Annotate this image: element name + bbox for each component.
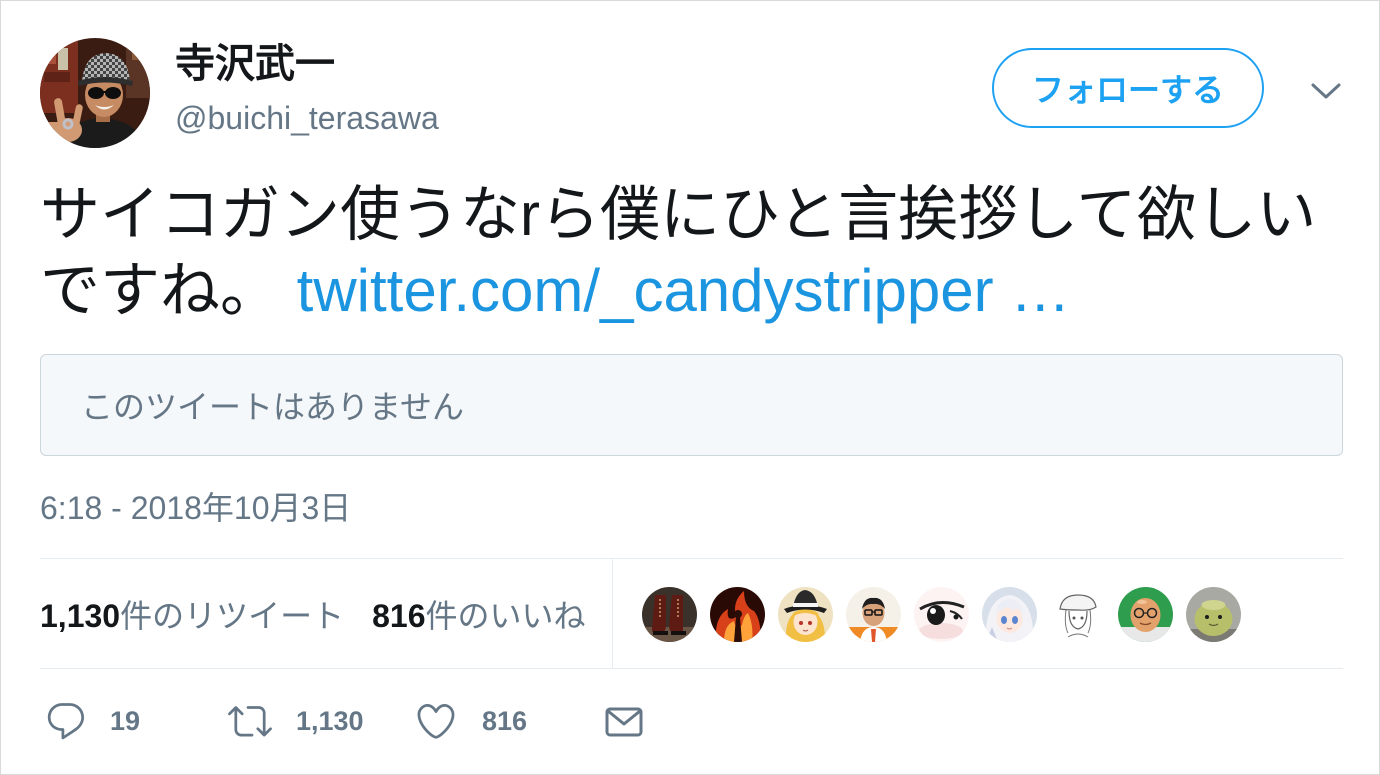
liker-avatar[interactable] xyxy=(846,587,901,642)
liker-avatar[interactable] xyxy=(914,587,969,642)
tweet-timestamp[interactable]: 6:18 - 2018年10月3日 xyxy=(40,490,351,526)
liker-avatar[interactable] xyxy=(1118,587,1173,642)
envelope-icon[interactable] xyxy=(605,706,643,738)
liker-avatar[interactable] xyxy=(982,587,1037,642)
chevron-down-icon[interactable] xyxy=(1310,80,1342,102)
tweet-stats: 1,130件のリツイート 816件のいいね xyxy=(40,559,586,668)
author-display-name[interactable]: 寺沢武一 xyxy=(175,40,335,88)
liker-avatar[interactable] xyxy=(1186,587,1241,642)
like-action-count[interactable]: 816 xyxy=(482,704,527,738)
like-stat[interactable]: 816件のいいね xyxy=(372,591,585,637)
retweet-action-count[interactable]: 1,130 xyxy=(296,704,364,738)
author-handle[interactable]: @buichi_terasawa xyxy=(175,98,439,138)
stats-divider xyxy=(612,559,613,668)
like-count: 816 xyxy=(372,597,426,634)
divider xyxy=(40,668,1343,669)
reply-icon[interactable] xyxy=(44,699,88,743)
retweet-icon[interactable] xyxy=(228,699,272,743)
tweet-card: 寺沢武一 @buichi_terasawa フォローする サイコガン使うなrら僕… xyxy=(0,0,1380,775)
follow-button-label: フォローする xyxy=(1031,72,1224,108)
quoted-tweet-unavailable: このツイートはありません xyxy=(40,354,1343,456)
liker-avatar[interactable] xyxy=(642,587,697,642)
liker-avatar[interactable] xyxy=(710,587,765,642)
retweet-count: 1,130 xyxy=(40,597,121,634)
tweet-text: サイコガン使うなrら僕にひと言挨拶して欲しいですね。 twitter.com/_… xyxy=(40,177,1345,329)
author-avatar[interactable] xyxy=(40,38,150,148)
retweet-stat[interactable]: 1,130件のリツイート xyxy=(40,591,344,637)
liker-avatars xyxy=(642,587,1241,642)
retweet-label: 件のリツイート xyxy=(120,597,345,634)
quoted-tweet-message: このツイートはありません xyxy=(81,389,465,425)
heart-icon[interactable] xyxy=(414,699,458,743)
follow-button[interactable]: フォローする xyxy=(992,48,1264,128)
liker-avatar[interactable] xyxy=(778,587,833,642)
like-label: 件のいいね xyxy=(425,597,586,634)
reply-count[interactable]: 19 xyxy=(110,704,140,738)
tweet-link[interactable]: twitter.com/_candystripper … xyxy=(297,257,1071,324)
liker-avatar[interactable] xyxy=(1050,587,1105,642)
